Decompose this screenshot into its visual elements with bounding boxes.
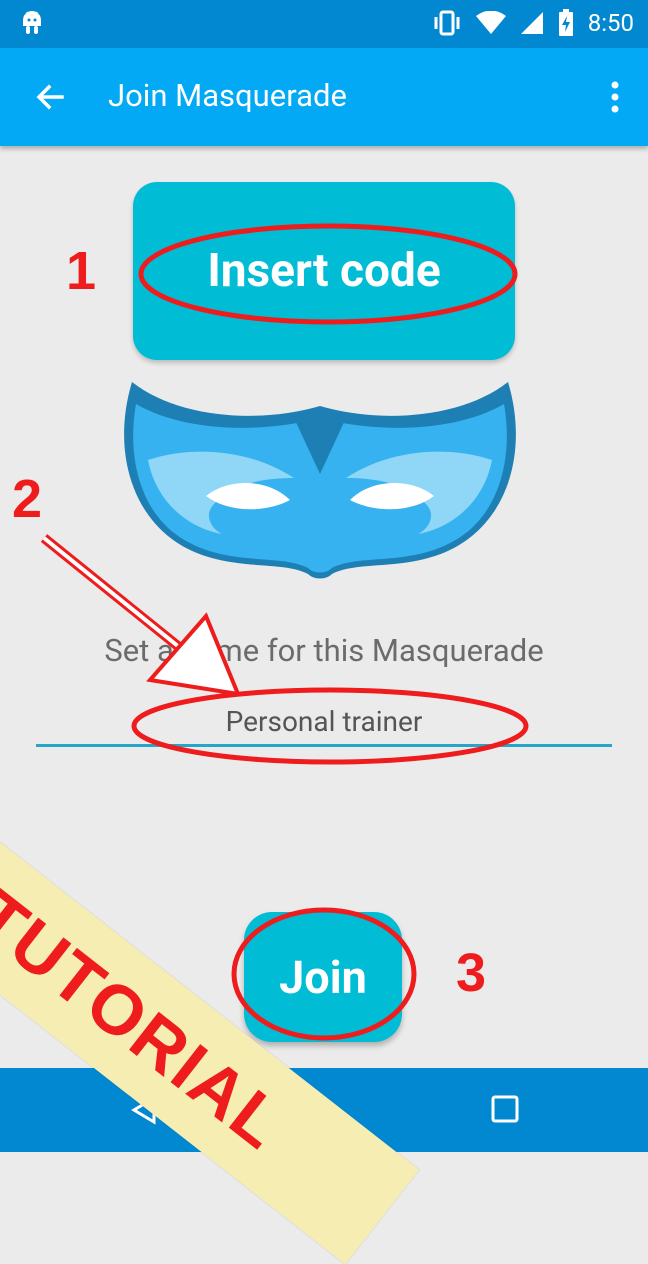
app-bar: Join Masquerade	[0, 48, 648, 146]
status-time: 8:50	[587, 9, 634, 37]
join-button[interactable]: Join	[244, 912, 402, 1042]
battery-charging-icon	[558, 9, 573, 36]
vibrate-icon	[434, 10, 460, 36]
tutorial-step-1: 1	[66, 241, 97, 301]
nav-recents-icon[interactable]	[490, 1094, 520, 1124]
cell-signal-icon	[520, 12, 543, 34]
back-arrow-icon[interactable]	[34, 81, 66, 113]
android-notification-icon	[23, 11, 41, 34]
masquerade-mask-icon	[124, 382, 516, 579]
name-prompt-label: Set a name for this Masquerade	[104, 632, 544, 669]
wifi-icon	[475, 11, 506, 34]
tutorial-step-2: 2	[12, 469, 43, 529]
tutorial-step-3: 3	[456, 943, 487, 1003]
masquerade-name-input[interactable]	[36, 698, 612, 747]
page-title: Join Masquerade	[108, 77, 347, 114]
insert-code-button[interactable]: Insert code	[133, 182, 515, 360]
overflow-menu-icon[interactable]	[610, 80, 620, 114]
status-bar: 8:50	[0, 0, 648, 48]
